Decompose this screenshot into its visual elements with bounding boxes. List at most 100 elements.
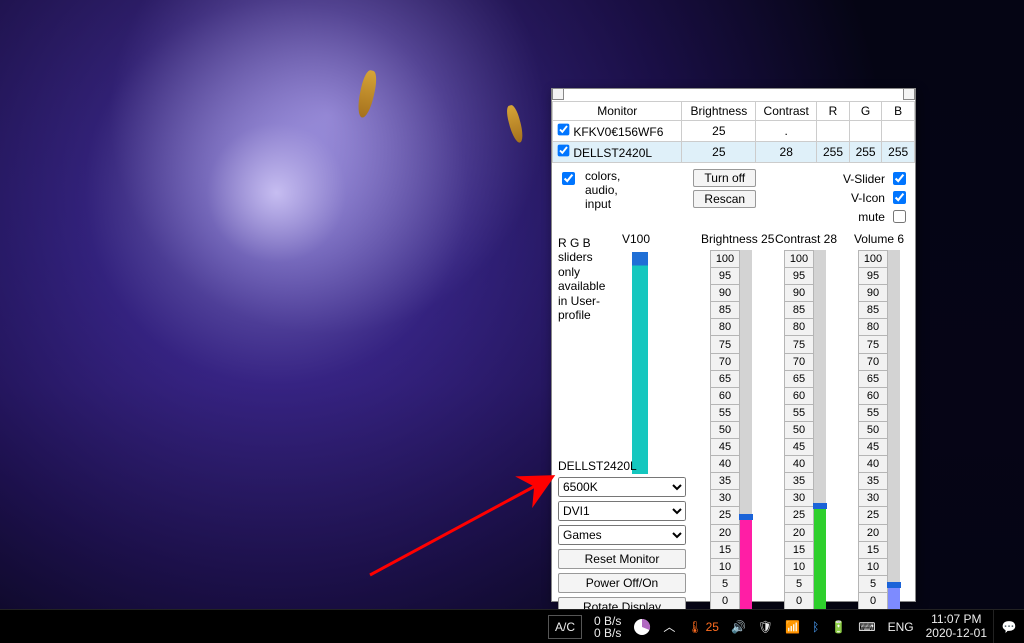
slider-tick[interactable]: 75 — [784, 335, 814, 352]
slider-knob[interactable] — [887, 582, 901, 588]
slider-tick[interactable]: 0 — [710, 592, 740, 610]
slider-tick[interactable]: 50 — [858, 421, 888, 438]
slider-tick[interactable]: 50 — [784, 421, 814, 438]
slider-tick[interactable]: 25 — [784, 506, 814, 523]
slider-tick[interactable]: 40 — [710, 455, 740, 472]
taskbar-tray-chevron[interactable]: ︿ — [657, 610, 681, 643]
slider-tick[interactable]: 85 — [858, 301, 888, 318]
slider-tick[interactable]: 90 — [858, 284, 888, 301]
table-row[interactable]: DELLST2420L2528255255255 — [553, 142, 915, 163]
slider-tick[interactable]: 95 — [858, 267, 888, 284]
taskbar-network-icon[interactable]: 📶 — [779, 610, 806, 643]
taskbar-bluetooth-icon[interactable]: ᛒ — [806, 610, 825, 643]
volume-slider[interactable]: Volume 6 1009590858075706560555045403530… — [849, 232, 909, 610]
slider-tick[interactable]: 80 — [710, 318, 740, 335]
preset-select[interactable]: Games — [558, 525, 686, 545]
taskbar-battery-icon[interactable]: 🔋 — [825, 610, 852, 643]
slider-tick[interactable]: 70 — [710, 353, 740, 370]
slider-tick[interactable]: 15 — [710, 541, 740, 558]
slider-tick[interactable]: 30 — [710, 489, 740, 506]
slider-tick[interactable]: 45 — [710, 438, 740, 455]
monitor-enable-checkbox[interactable] — [558, 145, 570, 157]
taskbar-language[interactable]: ENG — [882, 610, 920, 643]
slider-tick[interactable]: 55 — [710, 404, 740, 421]
slider-tick[interactable]: 20 — [858, 524, 888, 541]
v-slider-checkbox[interactable] — [893, 172, 906, 185]
taskbar-action-center[interactable]: 💬 — [993, 610, 1024, 643]
slider-tick[interactable]: 10 — [784, 558, 814, 575]
slider-tick[interactable]: 70 — [784, 353, 814, 370]
mute-checkbox[interactable] — [893, 210, 906, 223]
taskbar-net-speed[interactable]: 0 B/s 0 B/s — [588, 610, 627, 643]
slider-tick[interactable]: 60 — [784, 387, 814, 404]
v-icon-checkbox[interactable] — [893, 191, 906, 204]
slider-tick[interactable]: 95 — [710, 267, 740, 284]
slider-tick[interactable]: 45 — [784, 438, 814, 455]
brightness-slider[interactable]: Brightness 25 10095908580757065605550454… — [701, 232, 761, 610]
slider-tick[interactable]: 75 — [858, 335, 888, 352]
color-temp-select[interactable]: 6500K — [558, 477, 686, 497]
slider-tick[interactable]: 0 — [784, 592, 814, 610]
slider-tick[interactable]: 100 — [858, 250, 888, 267]
slider-tick[interactable]: 0 — [858, 592, 888, 610]
colors-audio-input-checkbox[interactable] — [562, 172, 575, 185]
slider-tick[interactable]: 20 — [710, 524, 740, 541]
slider-tick[interactable]: 25 — [710, 506, 740, 523]
slider-tick[interactable]: 30 — [858, 489, 888, 506]
table-row[interactable]: KFKV0€156WF625. — [553, 121, 915, 142]
taskbar-keyboard-icon[interactable]: ⌨ — [852, 610, 881, 643]
slider-knob[interactable] — [813, 503, 827, 509]
window-maximize-button[interactable] — [903, 88, 915, 100]
monitor-enable-checkbox[interactable] — [558, 124, 570, 136]
slider-tick[interactable]: 15 — [784, 541, 814, 558]
slider-tick[interactable]: 60 — [858, 387, 888, 404]
slider-tick[interactable]: 70 — [858, 353, 888, 370]
reset-monitor-button[interactable]: Reset Monitor — [558, 549, 686, 569]
taskbar-app-icon[interactable] — [627, 610, 657, 643]
slider-knob[interactable] — [739, 514, 753, 520]
taskbar-ac-indicator[interactable]: A/C — [548, 615, 582, 639]
slider-tick[interactable]: 65 — [710, 370, 740, 387]
slider-tick[interactable]: 10 — [710, 558, 740, 575]
slider-tick[interactable]: 5 — [710, 575, 740, 592]
slider-tick[interactable]: 55 — [858, 404, 888, 421]
taskbar-volume-icon[interactable]: 🔊 — [725, 610, 752, 643]
turn-off-button[interactable]: Turn off — [693, 169, 756, 187]
slider-tick[interactable]: 35 — [710, 472, 740, 489]
slider-tick[interactable]: 90 — [710, 284, 740, 301]
slider-tick[interactable]: 30 — [784, 489, 814, 506]
slider-tick[interactable]: 85 — [784, 301, 814, 318]
window-minimize-button[interactable] — [552, 88, 564, 100]
slider-tick[interactable]: 100 — [710, 250, 740, 267]
slider-tick[interactable]: 5 — [784, 575, 814, 592]
taskbar-clock[interactable]: 11:07 PM 2020-12-01 — [920, 610, 993, 643]
slider-tick[interactable]: 95 — [784, 267, 814, 284]
slider-tick[interactable]: 5 — [858, 575, 888, 592]
slider-tick[interactable]: 10 — [858, 558, 888, 575]
slider-tick[interactable]: 40 — [858, 455, 888, 472]
slider-tick[interactable]: 15 — [858, 541, 888, 558]
slider-tick[interactable]: 35 — [784, 472, 814, 489]
slider-tick[interactable]: 85 — [710, 301, 740, 318]
slider-tick[interactable]: 25 — [858, 506, 888, 523]
slider-tick[interactable]: 45 — [858, 438, 888, 455]
slider-tick[interactable]: 65 — [784, 370, 814, 387]
slider-tick[interactable]: 80 — [858, 318, 888, 335]
slider-tick[interactable]: 90 — [784, 284, 814, 301]
slider-tick[interactable]: 40 — [784, 455, 814, 472]
power-off-on-button[interactable]: Power Off/On — [558, 573, 686, 593]
contrast-slider[interactable]: Contrast 28 1009590858075706560555045403… — [775, 232, 835, 610]
slider-tick[interactable]: 20 — [784, 524, 814, 541]
taskbar-temperature[interactable]: 🌡 25 — [681, 610, 725, 643]
input-select[interactable]: DVI1 — [558, 501, 686, 521]
slider-tick[interactable]: 55 — [784, 404, 814, 421]
slider-tick[interactable]: 75 — [710, 335, 740, 352]
slider-tick[interactable]: 65 — [858, 370, 888, 387]
slider-tick[interactable]: 50 — [710, 421, 740, 438]
slider-tick[interactable]: 100 — [784, 250, 814, 267]
rescan-button[interactable]: Rescan — [693, 190, 756, 208]
taskbar-shield-icon[interactable]: 🛡 — [752, 610, 779, 643]
slider-tick[interactable]: 60 — [710, 387, 740, 404]
slider-tick[interactable]: 35 — [858, 472, 888, 489]
slider-tick[interactable]: 80 — [784, 318, 814, 335]
